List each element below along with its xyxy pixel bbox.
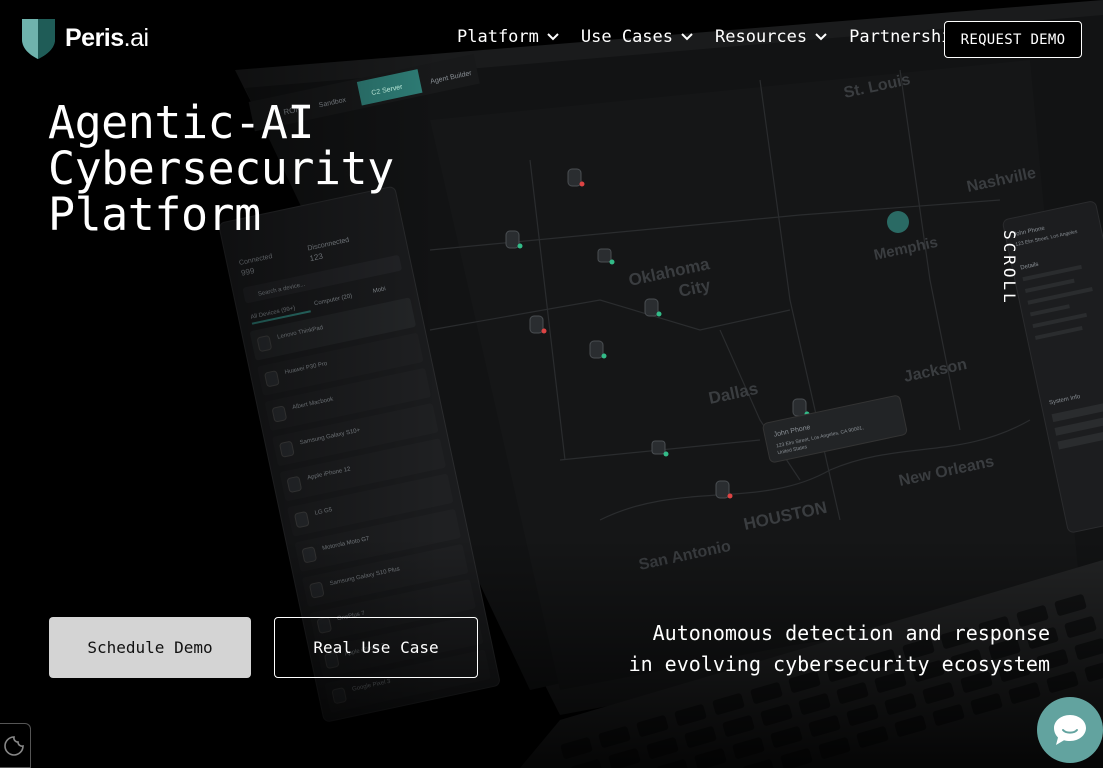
schedule-demo-button[interactable]: Schedule Demo <box>49 617 251 678</box>
brand-logo[interactable]: Peris.ai <box>20 17 149 59</box>
main-nav: Platform Use Cases Resources Partnership <box>457 27 962 47</box>
chat-bubble-icon <box>1054 715 1086 745</box>
shield-logo-icon <box>22 19 55 59</box>
cookie-settings-button[interactable] <box>0 723 31 768</box>
nav-item-label: Platform <box>457 27 539 47</box>
chat-widget-button[interactable] <box>1037 697 1103 763</box>
scroll-indicator[interactable]: SCROLL <box>1000 230 1019 306</box>
nav-item-resources[interactable]: Resources <box>715 27 827 47</box>
chevron-down-icon <box>547 33 559 41</box>
tagline-line: Autonomous detection and response <box>652 621 1050 645</box>
nav-item-label: Use Cases <box>580 27 674 47</box>
brand-name: Peris.ai <box>65 23 149 52</box>
hero-title: Agentic-AI Cybersecurity Platform <box>48 100 448 238</box>
request-demo-button[interactable]: REQUEST DEMO <box>944 21 1082 58</box>
hero-tagline: Autonomous detection and response in evo… <box>629 618 1050 680</box>
nav-item-platform[interactable]: Platform <box>457 27 559 47</box>
chevron-down-icon <box>681 33 693 41</box>
nav-item-use-cases[interactable]: Use Cases <box>581 27 693 47</box>
cookie-icon <box>4 735 24 756</box>
nav-item-label: Resources <box>715 27 808 47</box>
tagline-line: in evolving cybersecurity ecosystem <box>628 652 1050 676</box>
chevron-down-icon <box>815 33 827 41</box>
real-use-case-button[interactable]: Real Use Case <box>274 617 478 678</box>
hero-title-line: Platform <box>48 188 261 241</box>
